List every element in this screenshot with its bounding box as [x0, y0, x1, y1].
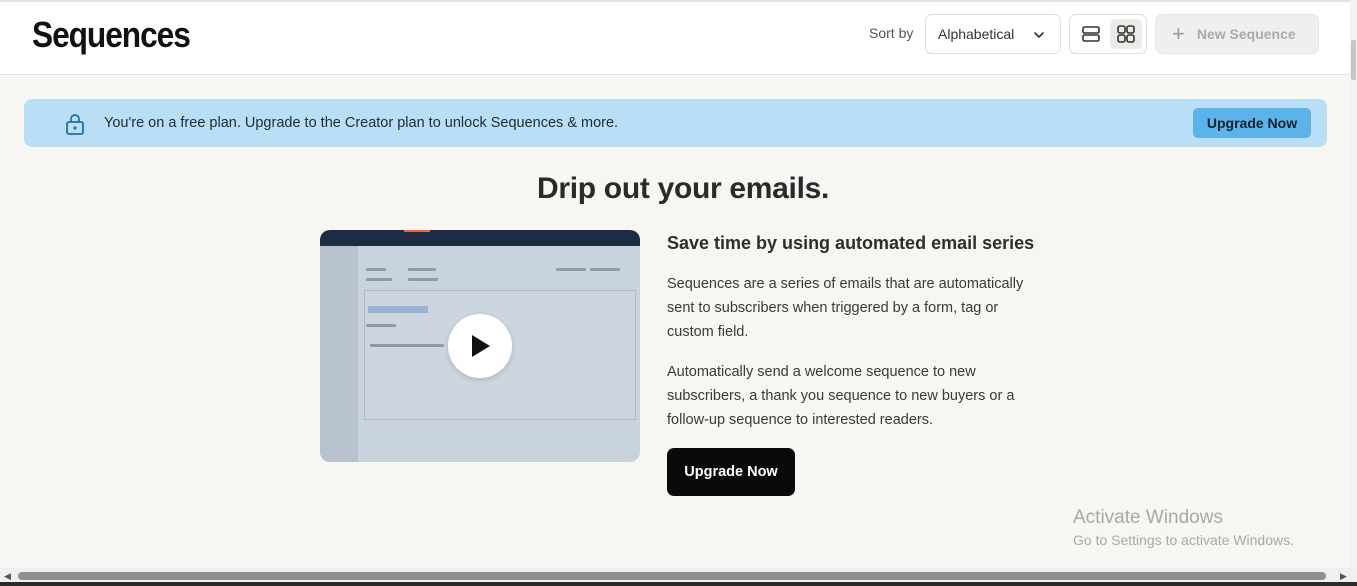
plus-icon: + [1172, 21, 1185, 46]
taskbar-edge [0, 582, 1357, 586]
scroll-right-icon[interactable]: ▶ [1340, 571, 1347, 582]
banner-text: You're on a free plan. Upgrade to the Cr… [104, 115, 619, 131]
chevron-down-icon [1034, 32, 1044, 38]
description-paragraph-2: Automatically send a welcome sequence to… [667, 364, 1015, 428]
page-title: Sequences [32, 14, 191, 55]
vertical-scroll-thumb[interactable] [1351, 40, 1356, 80]
watermark-line-2: Go to Settings to activate Windows. [1073, 532, 1294, 548]
new-sequence-label: New Sequence [1196, 26, 1296, 42]
watermark-line-1: Activate Windows [1073, 507, 1223, 528]
scroll-left-icon[interactable]: ◀ [4, 571, 11, 582]
new-sequence-button[interactable]: + New Sequence [1155, 14, 1319, 54]
upgrade-now-button[interactable]: Upgrade Now [667, 448, 795, 496]
video-preview-sidebar [320, 246, 358, 462]
list-view-button[interactable] [1075, 19, 1107, 49]
list-view-icon [1082, 26, 1100, 42]
sort-select[interactable]: Alphabetical [925, 14, 1061, 54]
vertical-scrollbar[interactable] [1350, 0, 1357, 570]
lock-icon [66, 114, 84, 135]
windows-activation-watermark: Activate Windows Go to Settings to activ… [1073, 507, 1294, 548]
description-paragraph-1: Sequences are a series of emails that ar… [667, 276, 1024, 340]
hero-title: Drip out your emails. [536, 172, 830, 205]
video-thumbnail[interactable] [320, 230, 640, 462]
sort-label: Sort by [869, 25, 914, 41]
sort-select-value: Alphabetical [938, 26, 1015, 42]
banner-upgrade-button[interactable]: Upgrade Now [1193, 108, 1311, 138]
grid-view-button[interactable] [1110, 19, 1142, 49]
play-icon [472, 335, 490, 357]
grid-view-icon [1117, 25, 1135, 43]
section-heading: Save time by using automated email serie… [667, 233, 1035, 253]
video-preview-navbar [320, 230, 640, 246]
view-toggle [1069, 14, 1147, 54]
upgrade-banner: You're on a free plan. Upgrade to the Cr… [24, 99, 1327, 147]
top-bar: Sequences Sort by Alphabetical + New Seq… [0, 0, 1350, 75]
video-preview-selection [368, 306, 428, 313]
play-button[interactable] [448, 314, 512, 378]
horizontal-scroll-thumb[interactable] [18, 572, 1326, 580]
